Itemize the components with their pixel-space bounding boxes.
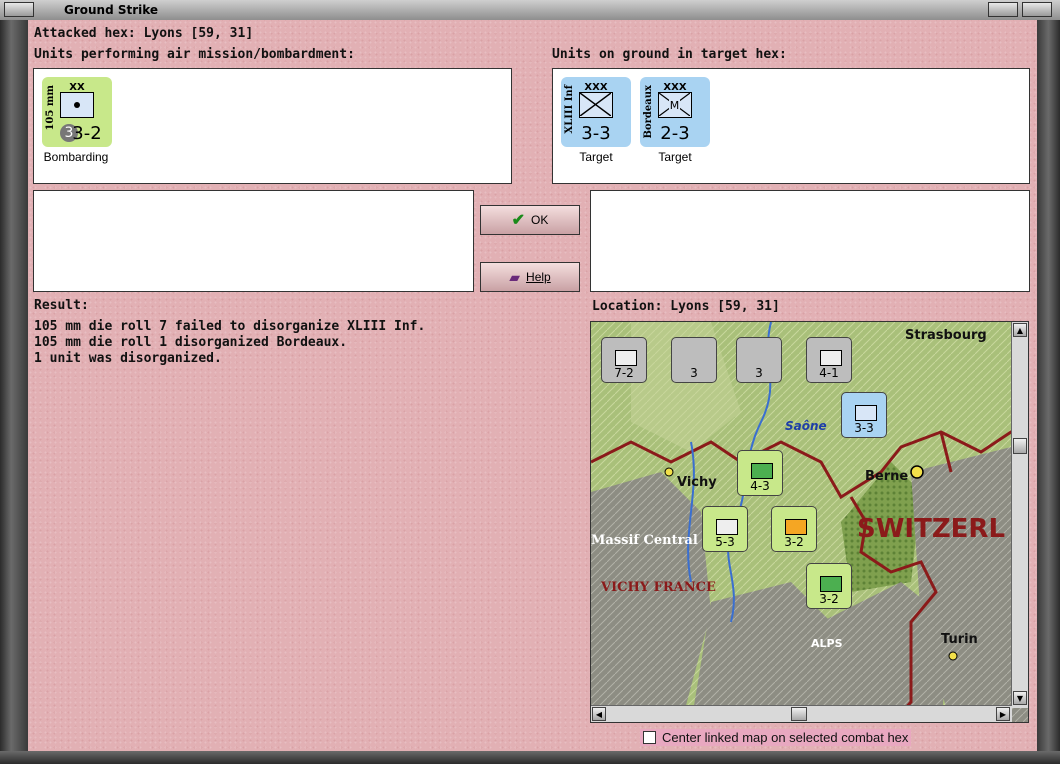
center-map-option[interactable]: Center linked map on selected combat hex xyxy=(640,729,912,746)
scroll-down-icon[interactable]: ▼ xyxy=(1013,691,1027,705)
unit-strength: 3-2 xyxy=(72,123,102,144)
map-counter-unit[interactable]: 7-2 xyxy=(601,337,647,383)
maximize-button[interactable] xyxy=(1022,2,1052,17)
artillery-icon xyxy=(60,92,94,118)
map-counter-strength: 7-2 xyxy=(614,366,634,380)
attackers-label: Units performing air mission/bombardment… xyxy=(34,47,355,62)
map-counter-unit[interactable]: 5-3 xyxy=(702,506,748,552)
result-label: Result: xyxy=(34,298,89,313)
unit-symbol-icon xyxy=(855,405,877,421)
unit-symbol-icon xyxy=(820,350,842,366)
place-switzerland: SWITZERL xyxy=(857,514,1006,544)
map-counter-strength: 5-3 xyxy=(715,535,735,549)
map-counter-air[interactable]: 3 xyxy=(671,337,717,383)
infantry-icon xyxy=(579,92,613,118)
location-map[interactable]: Strasbourg Saône Vichy Berne SWITZERL Ma… xyxy=(590,321,1029,723)
window-border-left xyxy=(0,20,28,756)
unit-strength: 2-3 xyxy=(660,123,690,144)
unit-symbol-icon xyxy=(820,576,842,592)
map-counter-strength: 4-1 xyxy=(819,366,839,380)
attackers-panel: XX 105 mm 3 3-2 Bombarding xyxy=(33,68,512,184)
attacker-counter-105mm[interactable]: XX 105 mm 3 3-2 xyxy=(42,77,112,147)
result-line: 105 mm die roll 1 disorganized Bordeaux. xyxy=(34,335,348,350)
map-vertical-scrollbar[interactable]: ▲ ▼ xyxy=(1011,322,1028,708)
center-map-checkbox[interactable] xyxy=(643,731,656,744)
scroll-thumb[interactable] xyxy=(1013,438,1027,454)
defender-detail-panel xyxy=(590,190,1030,292)
help-label: Help xyxy=(526,270,551,284)
ok-label: OK xyxy=(531,213,549,227)
place-berne: Berne xyxy=(865,469,909,484)
map-counter-unit[interactable]: 3-2 xyxy=(771,506,817,552)
window-frame: Ground Strike Attacked hex: Lyons [59, 3… xyxy=(0,0,1060,764)
defenders-label: Units on ground in target hex: xyxy=(552,47,787,62)
unit-symbol-icon xyxy=(716,519,738,535)
scroll-right-icon[interactable]: ▶ xyxy=(996,707,1010,721)
place-turin: Turin xyxy=(941,632,978,647)
map-counter-air[interactable]: 3 xyxy=(736,337,782,383)
window-border-bottom xyxy=(0,751,1060,764)
place-saone: Saône xyxy=(785,419,827,433)
result-line: 105 mm die roll 7 failed to disorganize … xyxy=(34,319,426,334)
system-menu-button[interactable] xyxy=(4,2,34,17)
scroll-thumb[interactable] xyxy=(791,707,807,721)
map-counter-unit[interactable]: 3-2 xyxy=(806,563,852,609)
defender-counter-xliii-inf[interactable]: XXX XLIII Inf 3-3 xyxy=(561,77,631,147)
help-book-icon: ▰ xyxy=(509,268,521,285)
location-label: Location: Lyons [59, 31] xyxy=(592,299,780,314)
map-counter-strength: 3-2 xyxy=(784,535,804,549)
scroll-left-icon[interactable]: ◀ xyxy=(592,707,606,721)
map-counter-strength: 3 xyxy=(690,366,698,380)
title-bar[interactable]: Ground Strike xyxy=(0,0,1060,21)
svg-text:M: M xyxy=(670,99,680,112)
attacked-hex-label: Attacked hex: Lyons [59, 31] xyxy=(34,26,254,41)
map-counter-unit[interactable]: 3-3 xyxy=(841,392,887,438)
result-line: 1 unit was disorganized. xyxy=(34,351,222,366)
map-counter-unit[interactable]: 4-1 xyxy=(806,337,852,383)
attacker-status: Bombarding xyxy=(43,150,109,164)
place-vichy-france: VICHY FRANCE xyxy=(601,580,716,595)
map-counter-strength: 3 xyxy=(755,366,763,380)
scroll-up-icon[interactable]: ▲ xyxy=(1013,323,1027,337)
unit-name: 105 mm xyxy=(45,85,56,131)
place-vichy: Vichy xyxy=(677,475,717,490)
minimize-button[interactable] xyxy=(988,2,1018,17)
defender-counter-bordeaux[interactable]: XXX Bordeaux M 2-3 xyxy=(640,77,710,147)
ok-button[interactable]: ✔ OK xyxy=(480,205,580,235)
map-counter-strength: 3-3 xyxy=(854,421,874,435)
window-title: Ground Strike xyxy=(64,3,159,17)
window-border-right xyxy=(1037,20,1060,756)
militia-infantry-icon: M xyxy=(658,92,692,118)
map-counter-strength: 4-3 xyxy=(750,479,770,493)
unit-symbol-icon xyxy=(615,350,637,366)
defenders-panel: XXX XLIII Inf 3-3 Target XXX Bordeaux M … xyxy=(552,68,1030,184)
attacker-detail-panel xyxy=(33,190,474,292)
unit-strength: 3-3 xyxy=(581,123,611,144)
defender-status: Target xyxy=(579,150,613,164)
place-massif-central: Massif Central xyxy=(591,533,698,548)
map-horizontal-scrollbar[interactable]: ◀ ▶ xyxy=(591,705,1012,722)
result-text: 105 mm die roll 7 failed to disorganize … xyxy=(34,319,425,367)
unit-symbol-icon xyxy=(751,463,773,479)
unit-symbol-icon xyxy=(785,519,807,535)
place-alps: ALPS xyxy=(811,637,843,650)
checkmark-icon: ✔ xyxy=(511,212,526,229)
map-counter-unit[interactable]: 4-3 xyxy=(737,450,783,496)
defender-status: Target xyxy=(658,150,692,164)
help-button[interactable]: ▰ Help xyxy=(480,262,580,292)
place-strasbourg: Strasbourg xyxy=(905,328,987,343)
center-map-label: Center linked map on selected combat hex xyxy=(662,730,909,745)
map-counter-strength: 3-2 xyxy=(819,592,839,606)
